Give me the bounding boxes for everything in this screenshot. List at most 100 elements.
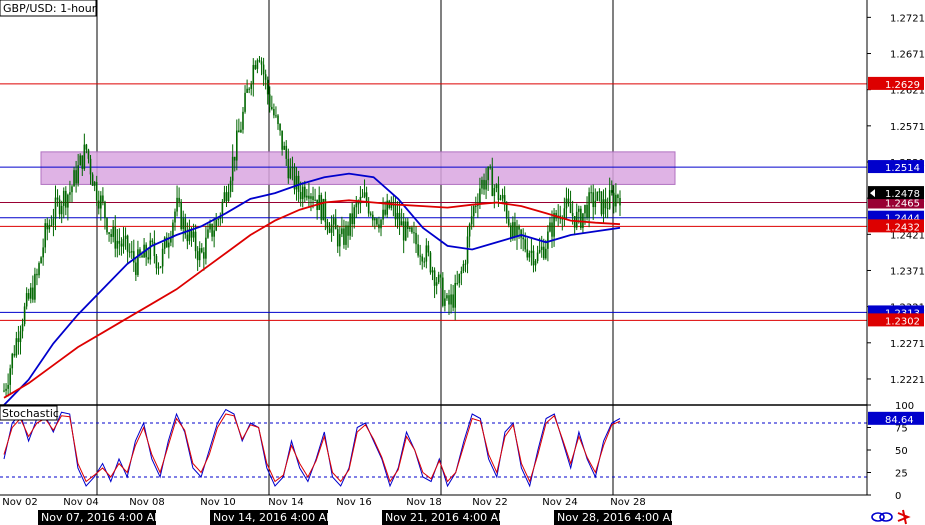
candle-body <box>468 224 471 237</box>
candle-body <box>75 170 77 184</box>
candle-body <box>435 282 438 286</box>
candle-body <box>240 129 242 133</box>
candle-body <box>345 225 347 245</box>
timestamp-label: Nov 14, 2016 4:00 AM <box>213 511 336 524</box>
candle-body <box>44 223 47 248</box>
candle-body <box>584 204 586 214</box>
candle-body <box>56 197 59 200</box>
current-price-label: 1.2478 <box>885 189 920 200</box>
candle-body <box>104 201 106 219</box>
candle-body <box>437 274 440 283</box>
candle-body <box>248 88 250 90</box>
candle-body <box>318 195 321 210</box>
candle-body <box>266 79 269 95</box>
candle-body <box>71 186 73 193</box>
x-tick-label: Nov 24 <box>542 497 577 508</box>
price-label: 1.2432 <box>885 222 920 233</box>
candle-body <box>58 199 61 215</box>
candle-body <box>303 186 306 198</box>
candle-body <box>203 252 205 259</box>
candle-body <box>334 218 337 230</box>
candle-body <box>353 207 356 225</box>
candle-body <box>419 255 421 257</box>
y-tick-label: 1.2571 <box>890 122 925 133</box>
candle-body <box>155 256 158 269</box>
candle-body <box>285 145 288 159</box>
candle-body <box>213 230 215 237</box>
candle-body <box>569 203 572 213</box>
chart-title: GBP/USD: 1-hour <box>3 2 97 15</box>
candle-body <box>551 222 553 237</box>
candle-body <box>79 155 82 166</box>
candle-body <box>3 390 5 392</box>
y-tick-label: 1.2221 <box>890 375 925 386</box>
candle-body <box>487 166 489 181</box>
candle-body <box>363 192 366 197</box>
candle-body <box>186 234 189 242</box>
x-tick-label: Nov 18 <box>406 497 441 508</box>
candle-body <box>361 196 364 198</box>
candle-body <box>507 218 510 226</box>
candle-body <box>575 211 578 228</box>
candle-body <box>349 213 351 236</box>
candle-body <box>547 231 549 249</box>
candle-body <box>32 287 34 300</box>
candle-body <box>328 228 331 233</box>
candle-body <box>279 124 281 131</box>
candle-body <box>600 191 603 215</box>
candle-body <box>215 220 218 231</box>
candle-body <box>77 165 79 184</box>
candle-body <box>11 353 14 369</box>
chart: 1.27211.26711.26211.25711.25211.24711.24… <box>0 0 925 525</box>
candle-body <box>549 222 551 232</box>
candle-body <box>310 196 312 199</box>
candle-body <box>200 248 203 253</box>
candle-body <box>532 250 535 266</box>
timestamp-label: Nov 21, 2016 4:00 AM <box>385 511 508 524</box>
stochastic-y-tick-label: 100 <box>895 401 914 412</box>
candle-body <box>110 234 112 237</box>
candle-body <box>273 109 275 116</box>
candle-body <box>617 194 619 198</box>
candle-body <box>396 212 399 220</box>
candle-body <box>429 252 432 273</box>
candle-body <box>376 218 378 225</box>
candle-body <box>130 251 133 253</box>
price-label: 1.2629 <box>885 80 920 91</box>
candle-body <box>27 293 30 299</box>
candle-body <box>450 294 452 305</box>
candle-body <box>271 106 273 110</box>
candle-body <box>108 232 110 235</box>
timestamp-label: Nov 07, 2016 4:00 AM <box>41 511 164 524</box>
candle-body <box>526 249 529 258</box>
candle-body <box>545 248 547 259</box>
candle-body <box>42 247 44 258</box>
candle-body <box>118 240 121 244</box>
candle-body <box>542 246 545 259</box>
candle-body <box>291 167 294 169</box>
candle-body <box>538 249 541 253</box>
candle-body <box>23 306 26 325</box>
candle-body <box>404 221 407 241</box>
stochastic-y-tick-label: 50 <box>895 446 908 457</box>
candle-body <box>135 262 137 275</box>
candle-body <box>332 218 335 225</box>
candle-body <box>231 156 234 181</box>
candle-body <box>29 287 32 299</box>
candle-body <box>147 257 150 260</box>
candle-body <box>252 64 255 85</box>
candle-body <box>34 273 36 300</box>
candle-body <box>615 194 617 207</box>
candle-body <box>339 234 341 247</box>
candle-body <box>390 204 393 208</box>
candle-body <box>411 227 413 233</box>
candle-body <box>524 239 527 250</box>
candle-body <box>510 225 512 239</box>
candle-body <box>536 252 539 262</box>
candle-body <box>7 384 9 389</box>
candle-body <box>619 197 621 206</box>
candle-body <box>499 198 502 200</box>
candle-body <box>301 186 304 200</box>
candle-body <box>433 270 436 286</box>
x-tick-label: Nov 16 <box>336 497 371 508</box>
